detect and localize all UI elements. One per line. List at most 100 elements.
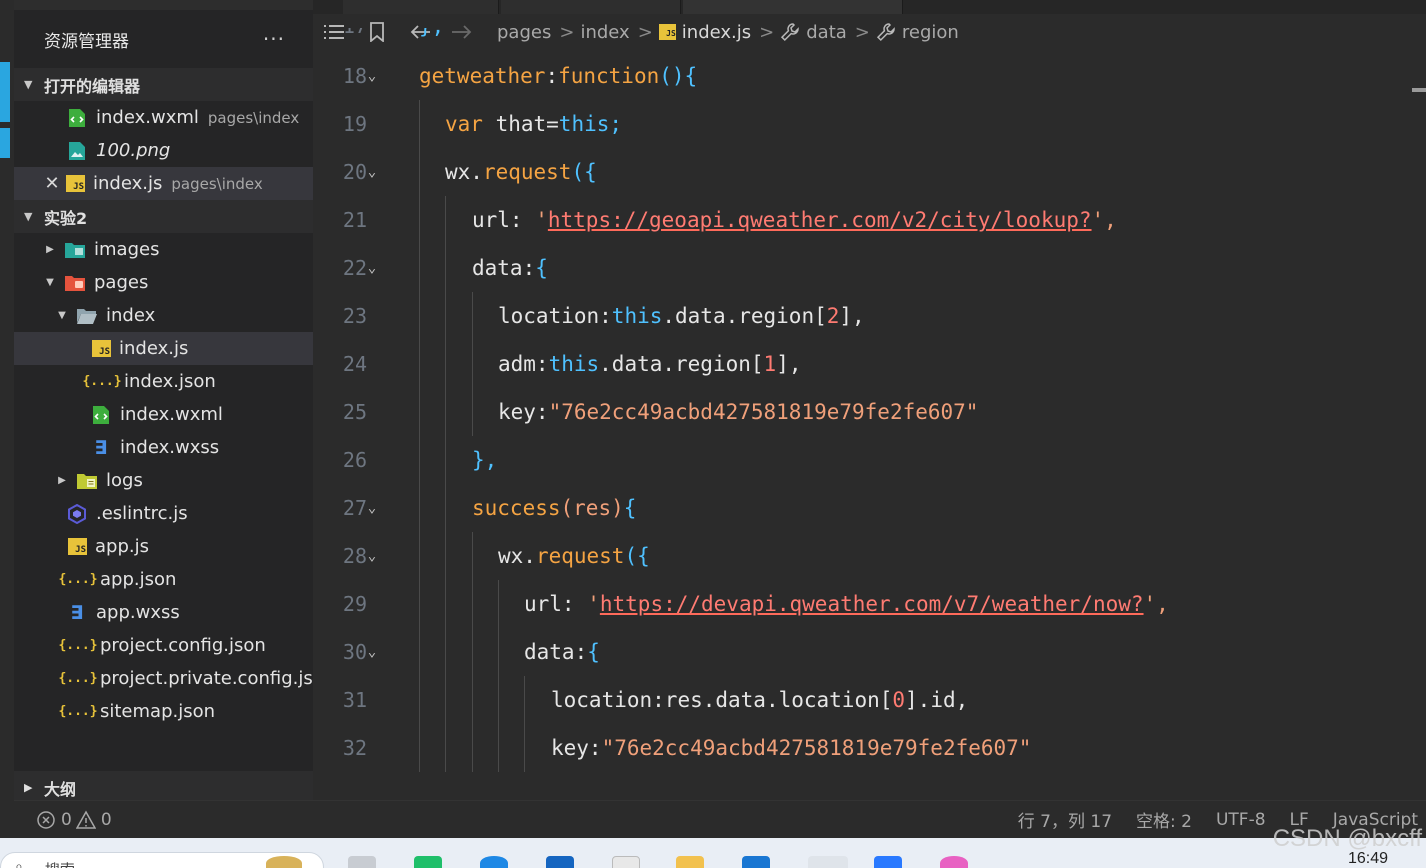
json-icon: {...}: [58, 572, 98, 587]
tab-strip: [313, 0, 1426, 14]
eslint-icon: [66, 503, 88, 524]
tree-item-project-private-config[interactable]: {...} project.private.config.js...: [14, 662, 313, 695]
indent-guide: [445, 388, 446, 436]
token: 0: [892, 688, 906, 712]
wechat-devtools-icon[interactable]: [414, 856, 442, 868]
file-name: sitemap.json: [100, 701, 216, 722]
code-area[interactable]: 17 }, 18 ⌄ getweather:function(){ 19 var…: [313, 28, 1413, 800]
indentation[interactable]: 空格: 2: [1136, 807, 1192, 832]
file-name: project.config.json: [100, 635, 266, 656]
token: data:: [472, 256, 536, 280]
fold-chevron-icon[interactable]: ⌄: [363, 548, 381, 564]
indent-guide: [419, 436, 420, 484]
tree-item-index-wxml[interactable]: index.wxml: [14, 398, 313, 431]
warning-count: 0: [100, 809, 112, 830]
encoding[interactable]: UTF-8: [1216, 810, 1266, 830]
vscode-icon[interactable]: [874, 856, 902, 868]
indent-guide: [419, 340, 420, 388]
url-link[interactable]: https://geoapi.qweather.com/v2/city/look…: [548, 208, 1092, 232]
problems-indicator[interactable]: 0 0: [36, 810, 112, 830]
file-name: .eslintrc.js: [96, 503, 188, 524]
line-number: 32: [342, 736, 367, 760]
json-icon: {...}: [58, 638, 98, 653]
file-path: pages\index: [207, 108, 300, 127]
tree-item-app-json[interactable]: {...} app.json: [14, 563, 313, 596]
app-icon[interactable]: [940, 856, 968, 868]
indent-guide: [419, 196, 420, 244]
indent-guide: [524, 676, 525, 724]
token: {: [623, 496, 637, 520]
folder-icon[interactable]: [676, 856, 704, 868]
code-line: 20 ⌄ wx.request({: [313, 148, 1413, 196]
watermark: CSDN @bxcff: [1272, 825, 1422, 852]
code-line: 23 location:this.data.region[2],: [313, 292, 1413, 340]
app-icon[interactable]: [348, 856, 376, 868]
app-icon[interactable]: [546, 856, 574, 868]
code-text: key:"76e2cc49acbd427581819e79fe2fe607": [498, 400, 978, 424]
editor-tab-active[interactable]: [683, 0, 903, 14]
tree-item-images[interactable]: ▶ images: [14, 233, 313, 266]
cursor-position[interactable]: 行 7，列 17: [1018, 807, 1112, 832]
tree-item-index-js[interactable]: JS index.js: [14, 332, 313, 365]
token: {: [587, 640, 600, 664]
token: (res): [560, 496, 624, 520]
token: ],: [839, 304, 865, 328]
close-icon[interactable]: ✕: [42, 173, 62, 194]
tree-item-eslintrc[interactable]: .eslintrc.js: [14, 497, 313, 530]
token: 1: [763, 352, 777, 376]
token: adm:: [498, 352, 549, 376]
indent-guide: [445, 292, 446, 340]
code-text: location:res.data.location[0].id,: [551, 688, 968, 712]
tree-item-project-config[interactable]: {...} project.config.json: [14, 629, 313, 662]
open-editor-index-js[interactable]: ✕ JS index.js pages\index: [14, 167, 313, 200]
file-path: pages\index: [171, 174, 263, 193]
token: (){: [659, 64, 698, 88]
fold-chevron-icon[interactable]: ⌄: [363, 260, 381, 276]
tree-item-index-json[interactable]: {...} index.json: [14, 365, 313, 398]
line-number: 31: [342, 688, 367, 712]
editor-tab[interactable]: [343, 0, 499, 14]
line-number: 21: [342, 208, 367, 232]
document-icon[interactable]: [612, 856, 640, 868]
folder-name: images: [94, 239, 160, 260]
code-line: 28 ⌄ wx.request({: [313, 532, 1413, 580]
indent-guide: [445, 436, 446, 484]
fold-chevron-icon[interactable]: ⌄: [363, 500, 381, 516]
chevron-down-icon: ▼: [58, 310, 66, 321]
line-number: 30: [342, 640, 367, 664]
token: wx.: [445, 160, 483, 184]
project-section[interactable]: ▼ 实验2: [14, 200, 313, 233]
tree-item-index-wxss[interactable]: ∃ index.wxss: [14, 431, 313, 464]
tree-item-sitemap[interactable]: {...} sitemap.json: [14, 695, 313, 728]
tree-item-pages[interactable]: ▼ pages: [14, 266, 313, 299]
app-icon[interactable]: [266, 856, 302, 868]
editor-tab[interactable]: [501, 0, 681, 14]
fold-chevron-icon[interactable]: ⌄: [363, 164, 381, 180]
tree-item-app-js[interactable]: JS app.js: [14, 530, 313, 563]
indent-guide: [419, 628, 420, 676]
open-editor-100-png[interactable]: 100.png: [14, 134, 313, 167]
token: function: [558, 64, 660, 88]
edge-icon[interactable]: [480, 856, 508, 868]
more-actions-icon[interactable]: ···: [263, 27, 285, 51]
file-name: app.wxss: [96, 602, 180, 623]
security-icon[interactable]: [742, 856, 770, 868]
url-link[interactable]: https://devapi.qweather.com/v7/weather/n…: [600, 592, 1144, 616]
json-icon: {...}: [58, 671, 98, 686]
fold-chevron-icon[interactable]: ⌄: [363, 68, 381, 84]
open-editors-section[interactable]: ▼ 打开的编辑器: [14, 68, 313, 101]
activity-bar: [0, 0, 14, 838]
tree-item-app-wxss[interactable]: ∃ app.wxss: [14, 596, 313, 629]
open-editor-index-wxml[interactable]: index.wxml pages\index: [14, 101, 313, 134]
vertical-scrollbar[interactable]: [1412, 50, 1426, 800]
code-line: 31 location:res.data.location[0].id,: [313, 676, 1413, 724]
error-count: 0: [61, 809, 72, 830]
error-icon: [37, 810, 55, 829]
app-icon[interactable]: [808, 856, 848, 868]
tree-item-logs[interactable]: ▶ logs: [14, 464, 313, 497]
project-label: 实验2: [44, 208, 88, 228]
fold-chevron-icon[interactable]: ⌄: [363, 644, 381, 660]
token: 2: [826, 304, 840, 328]
tree-item-index-folder[interactable]: ▼ index: [14, 299, 313, 332]
token: request: [482, 160, 572, 184]
